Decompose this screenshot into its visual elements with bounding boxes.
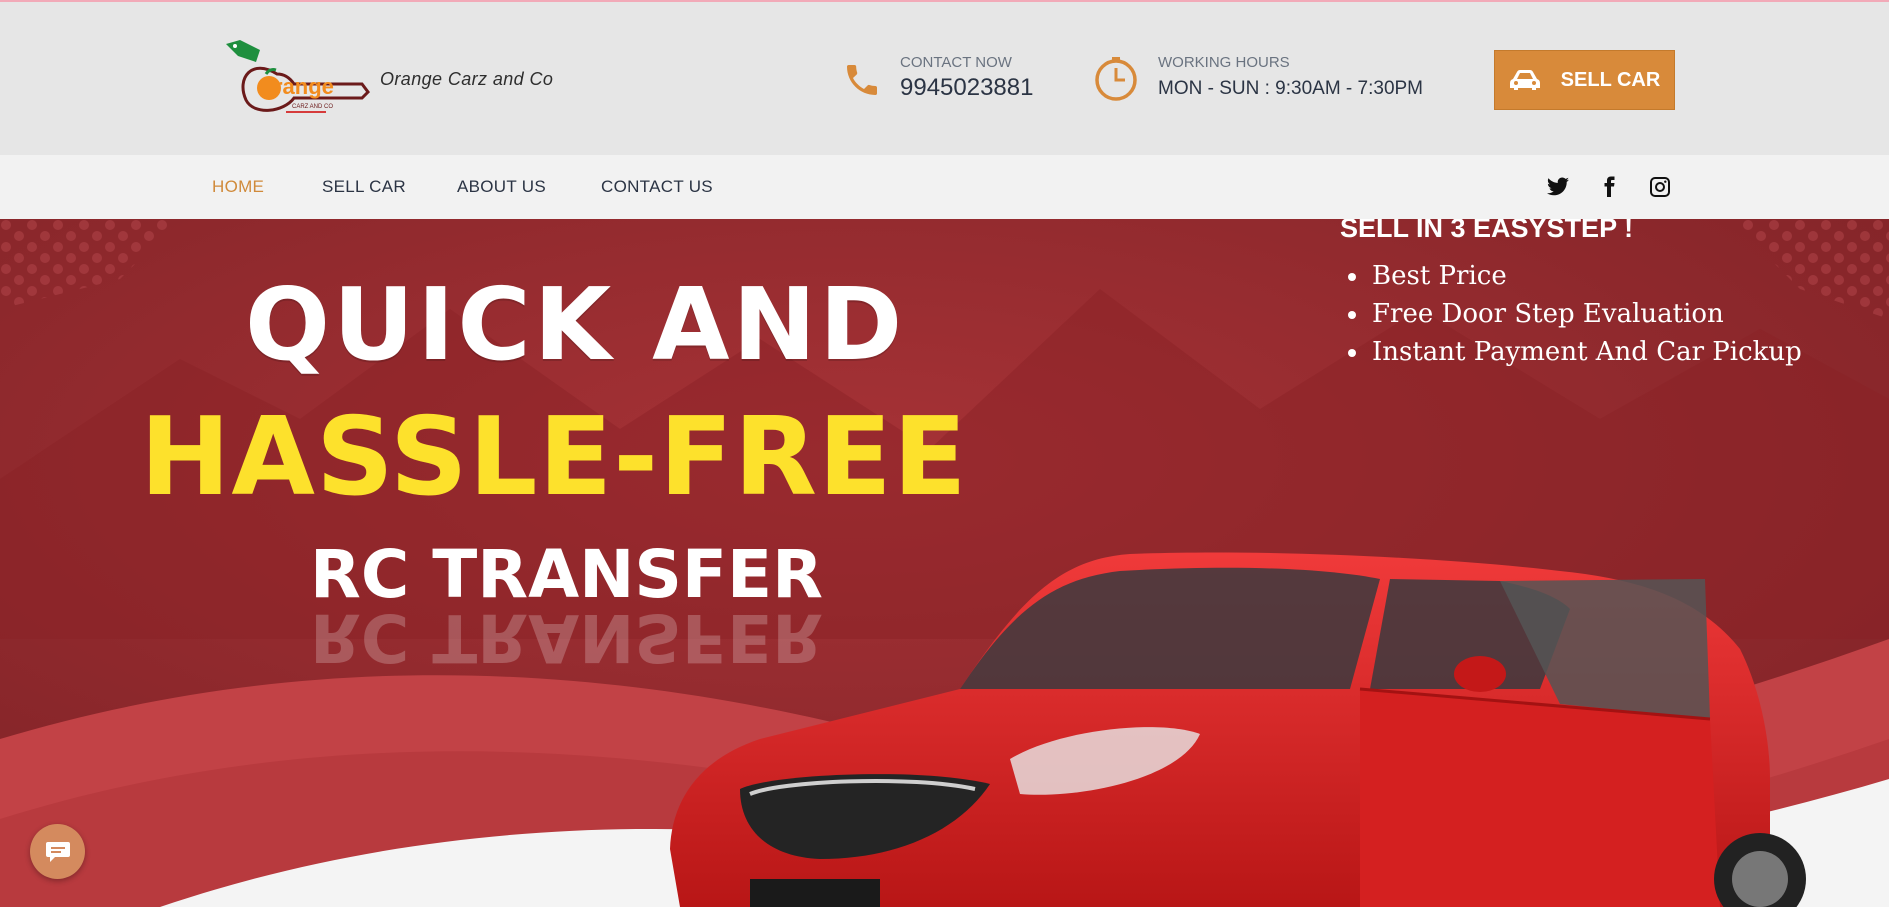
nav-item-home[interactable]: HOME — [212, 177, 264, 197]
facebook-icon[interactable] — [1597, 175, 1621, 199]
site-header: range CARZ AND CO Orange Carz and Co CON… — [0, 2, 1889, 155]
list-item: Instant Payment And Car Pickup — [1340, 333, 1802, 371]
contact-label: CONTACT NOW — [900, 54, 1012, 71]
sell-car-label: SELL CAR — [1560, 68, 1661, 91]
chat-widget-button[interactable] — [30, 824, 85, 879]
steps-list: Best Price Free Door Step Evaluation Ins… — [1340, 257, 1802, 371]
hero-headline-reflection: RC TRANSFER — [310, 599, 823, 676]
list-item: Free Door Step Evaluation — [1340, 295, 1802, 333]
brand-logo[interactable]: range CARZ AND CO — [222, 38, 372, 118]
steps-title: SELL IN 3 EASYSTEP ! — [1340, 219, 1634, 243]
svg-text:CARZ AND CO: CARZ AND CO — [292, 104, 333, 110]
car-icon — [1509, 70, 1540, 90]
clock-icon — [1095, 57, 1137, 101]
svg-text:range: range — [274, 74, 334, 99]
chat-icon — [45, 841, 70, 862]
hero-banner: QUICK AND HASSLE-FREE RC TRANSFER RC TRA… — [0, 219, 1889, 907]
nav-item-contact-us[interactable]: CONTACT US — [601, 177, 713, 197]
phone-icon — [847, 65, 877, 95]
sell-car-button[interactable]: SELL CAR — [1494, 50, 1675, 110]
hero-headline-line2: HASSLE-FREE — [140, 395, 968, 520]
contact-phone[interactable]: 9945023881 — [900, 74, 1033, 102]
hours-label: WORKING HOURS — [1158, 54, 1290, 71]
hours-value: MON - SUN : 9:30AM - 7:30PM — [1158, 78, 1424, 99]
nav-item-about-us[interactable]: ABOUT US — [457, 177, 546, 197]
main-nav: HOME SELL CAR ABOUT US CONTACT US — [0, 155, 1889, 219]
list-item: Best Price — [1340, 257, 1802, 295]
nav-item-sell-car[interactable]: SELL CAR — [322, 177, 406, 197]
instagram-icon[interactable] — [1648, 175, 1672, 199]
twitter-icon[interactable] — [1546, 175, 1570, 199]
hero-headline-line1: QUICK AND — [245, 266, 906, 383]
brand-name: Orange Carz and Co — [380, 69, 554, 89]
